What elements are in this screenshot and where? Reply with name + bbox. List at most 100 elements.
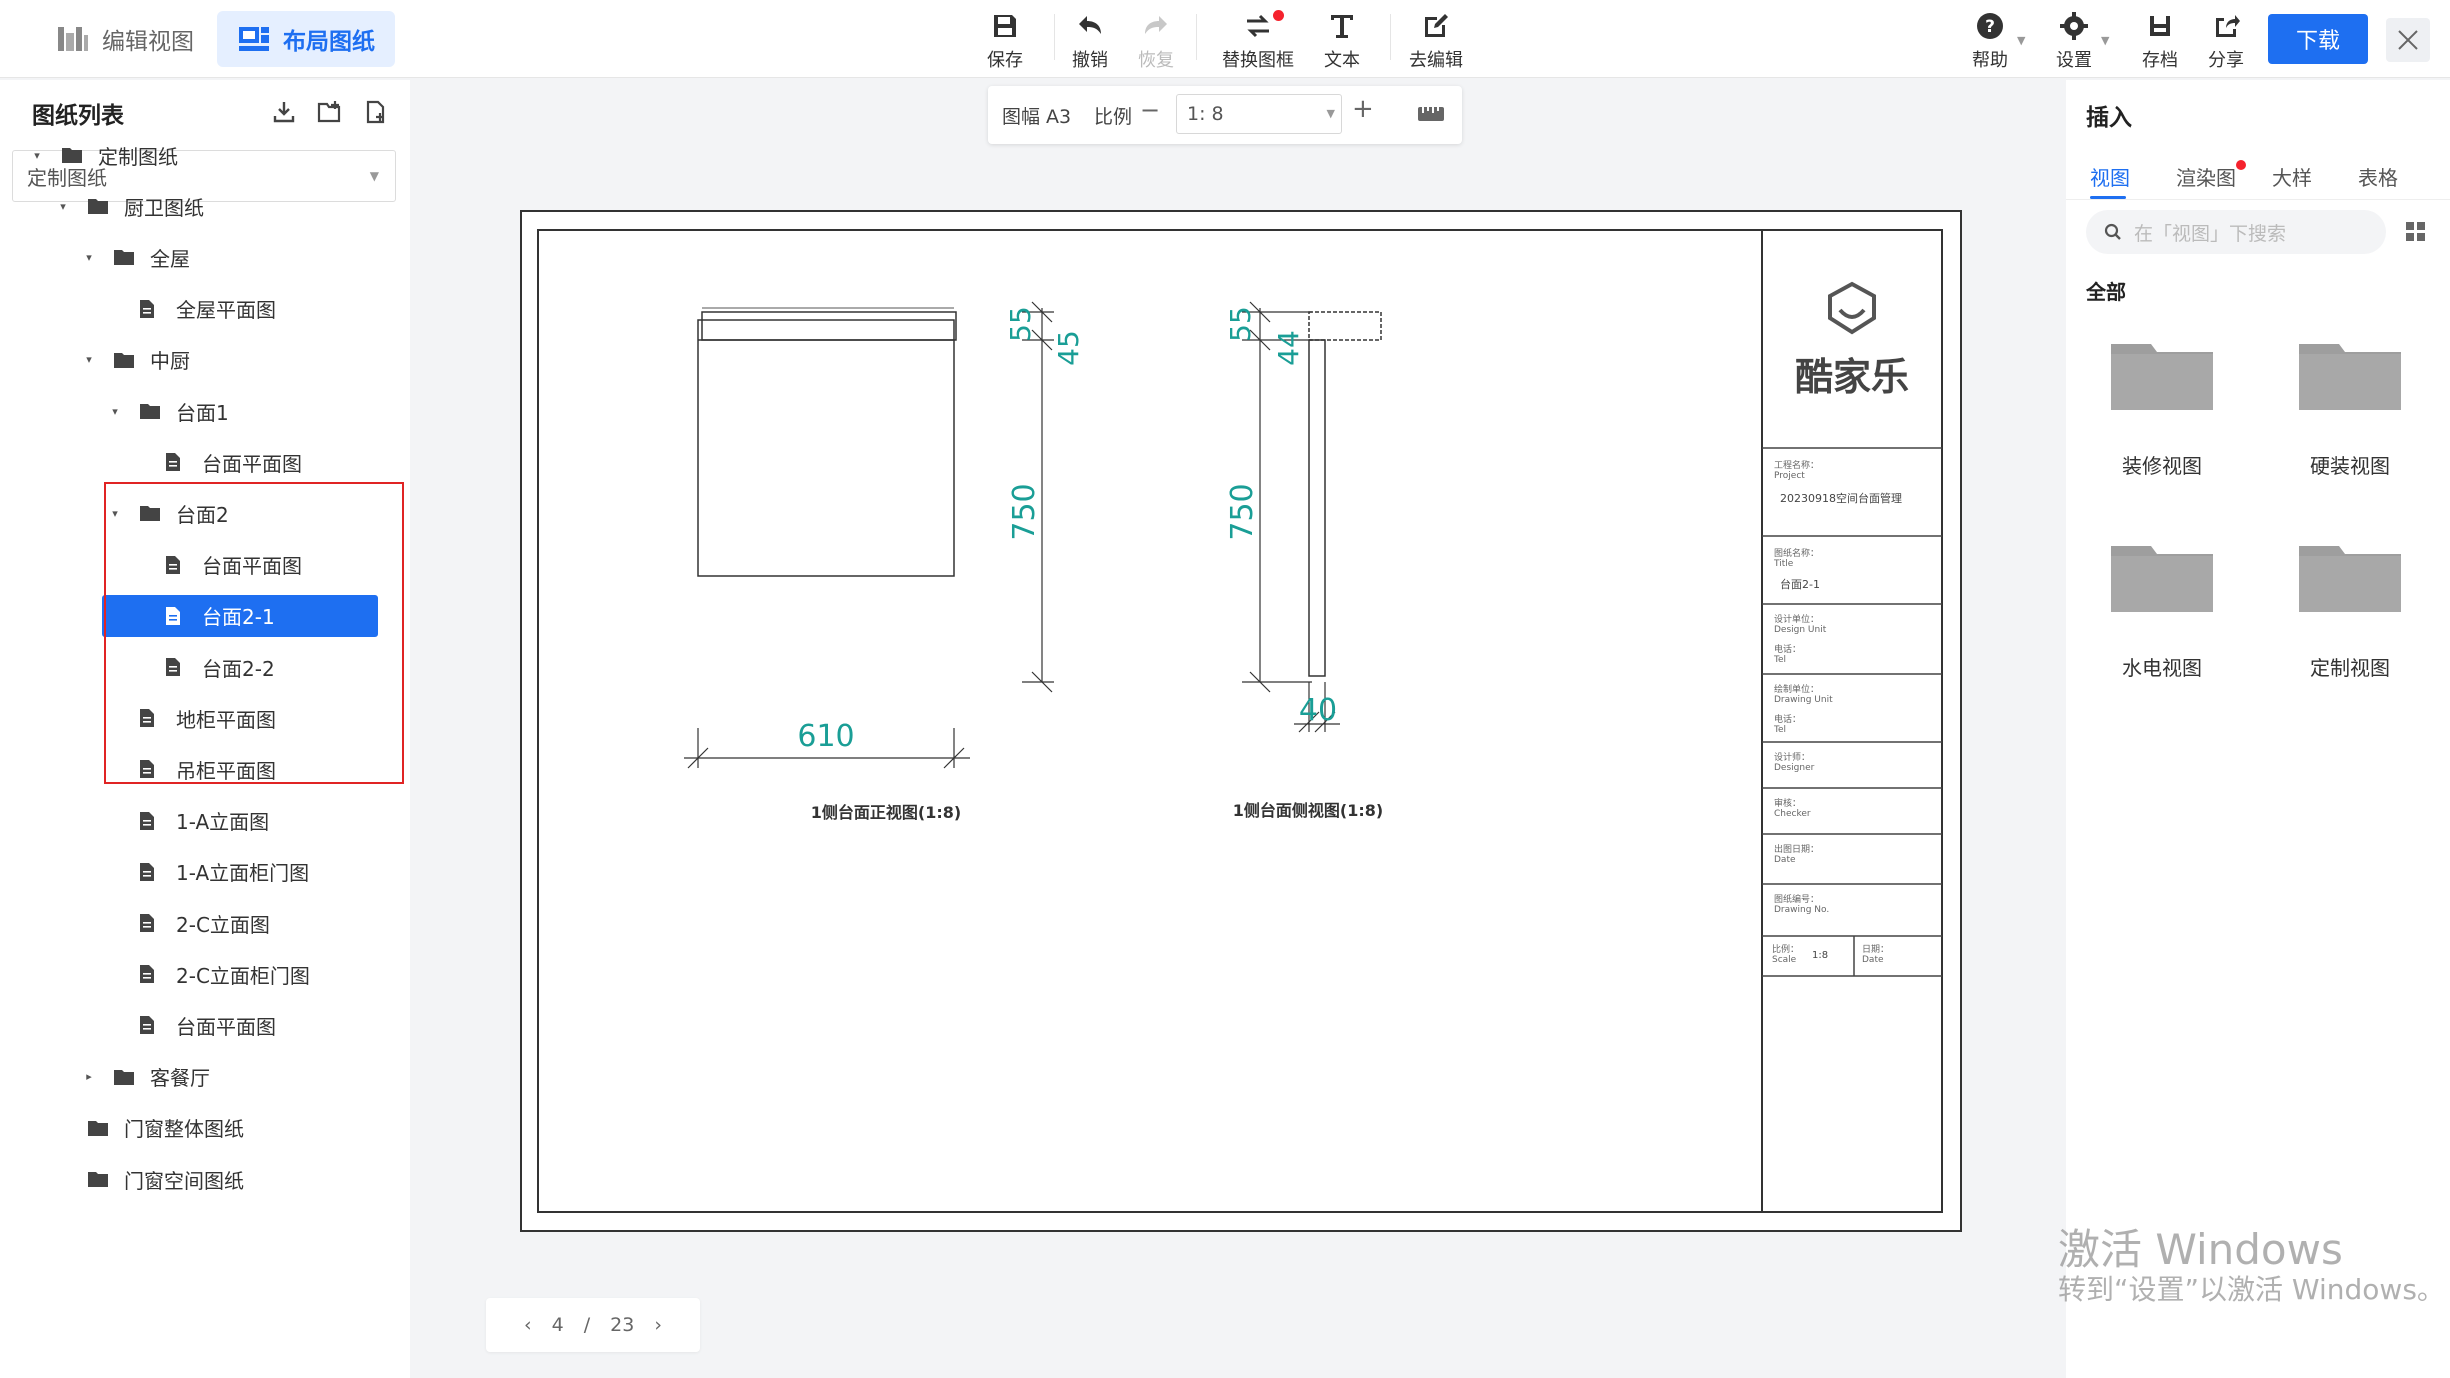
tree-folder[interactable]: ▾ 中厨	[82, 339, 190, 381]
front-view-caption: 1侧台面正视图(1:8)	[811, 803, 961, 822]
share-label: 分享	[2208, 50, 2244, 71]
folder-icon	[140, 401, 162, 421]
folder-icon	[88, 1169, 110, 1189]
text-icon	[1324, 8, 1360, 44]
svg-text:Drawing No.: Drawing No.	[1774, 905, 1829, 915]
paper-size-label[interactable]: 图幅 A3	[1002, 102, 1071, 129]
tab-view[interactable]: 视图	[2090, 162, 2130, 191]
tree-file[interactable]: 台面平面图	[134, 544, 302, 586]
file-icon	[140, 759, 162, 779]
layout-drawing-icon	[237, 24, 271, 54]
tree-label: 台面2	[176, 502, 229, 527]
help-label: 帮助	[1972, 50, 2008, 71]
caret-down-icon[interactable]: ▾	[82, 353, 96, 366]
go-edit-label: 去编辑	[1409, 50, 1463, 71]
svg-text:绘制单位：: 绘制单位：	[1774, 683, 1819, 695]
download-icon[interactable]	[270, 98, 298, 126]
view-search-input[interactable]: 在「视图」下搜索	[2086, 210, 2386, 254]
tree-file[interactable]: 全屋平面图	[108, 288, 276, 330]
tree-file[interactable]: 地柜平面图	[108, 697, 276, 739]
tree-file[interactable]: 2-C立面图	[108, 902, 270, 944]
tree-label: 2-C立面图	[176, 912, 270, 937]
folder-icon	[2111, 344, 2213, 410]
tree-file[interactable]: 2-C立面柜门图	[108, 953, 310, 995]
caret-down-icon[interactable]: ▾	[108, 405, 122, 418]
top-toolbar: 编辑视图 布局图纸 保存 撤销 恢复 替换图框 文本 去编辑 ? 帮助 ▼ 设置…	[0, 0, 2450, 78]
insert-tabs: 视图 渲染图 大样 表格	[2066, 150, 2450, 200]
tree-folder[interactable]: ▾ 厨卫图纸	[56, 185, 204, 227]
svg-text:Drawing Unit: Drawing Unit	[1774, 695, 1833, 705]
tab-edit-view[interactable]: 编辑视图	[36, 11, 214, 67]
chevron-down-icon[interactable]: ▼	[2017, 34, 2025, 47]
folder-icon	[114, 1067, 136, 1087]
svg-text:出图日期：: 出图日期：	[1774, 843, 1819, 855]
view-item-hard-decoration[interactable]: 硬装视图	[2270, 316, 2430, 486]
tree-file[interactable]: 台面平面图	[108, 1004, 276, 1046]
tab-layout-drawing[interactable]: 布局图纸	[217, 11, 395, 67]
settings-label: 设置	[2056, 50, 2092, 71]
tree-folder[interactable]: 门窗空间图纸	[56, 1158, 244, 1200]
caret-right-icon[interactable]: ▸	[82, 1070, 96, 1083]
tree-label: 1-A立面柜门图	[176, 861, 310, 886]
tree-folder[interactable]: ▾ 全屋	[82, 236, 190, 278]
svg-text:20230918空间台面管理: 20230918空间台面管理	[1780, 491, 1902, 505]
ratio-select[interactable]: 1: 8 ▼	[1176, 94, 1342, 134]
file-icon	[140, 708, 162, 728]
caret-down-icon[interactable]: ▾	[108, 507, 122, 520]
view-item-decoration[interactable]: 装修视图	[2082, 316, 2242, 486]
tree-file[interactable]: 1-A立面柜门图	[108, 851, 309, 893]
tree-file[interactable]: 吊柜平面图	[108, 748, 276, 790]
share-icon	[2208, 8, 2244, 44]
side-dim-width: 40	[1299, 693, 1337, 728]
svg-text:Tel: Tel	[1773, 655, 1786, 665]
drawing-sheet[interactable]: 酷家乐 工程名称： Project 20230918空间台面管理 图纸名称： T…	[520, 210, 1962, 1232]
caret-down-icon[interactable]: ▾	[30, 149, 44, 162]
replace-frame-button[interactable]: 替换图框	[1218, 8, 1298, 72]
redo-icon	[1138, 8, 1174, 44]
folder-icon	[2299, 546, 2401, 612]
tab-detail[interactable]: 大样	[2272, 162, 2312, 191]
tree-folder[interactable]: 门窗整体图纸	[56, 1107, 244, 1149]
svg-text:审核：: 审核：	[1774, 797, 1801, 809]
download-button[interactable]: 下载	[2268, 14, 2368, 64]
caret-down-icon[interactable]: ▾	[82, 251, 96, 264]
tree-label: 全屋	[150, 246, 190, 271]
redo-button[interactable]: 恢复	[1116, 8, 1196, 72]
tree-folder[interactable]: ▾ 台面2	[108, 492, 229, 534]
view-item-plumbing[interactable]: 水电视图	[2082, 518, 2242, 688]
tree-label: 台面平面图	[202, 451, 302, 476]
file-icon	[166, 606, 188, 626]
tree-file[interactable]: 台面2-2	[134, 646, 275, 688]
zoom-in-button[interactable]: +	[1352, 94, 1374, 124]
folder-icon	[88, 196, 110, 216]
front-dim-width: 610	[797, 719, 854, 754]
go-edit-button[interactable]: 去编辑	[1396, 8, 1476, 72]
grid-view-icon[interactable]	[2404, 220, 2428, 244]
text-button[interactable]: 文本	[1302, 8, 1382, 72]
caret-down-icon[interactable]: ▾	[56, 200, 70, 213]
ruler-icon[interactable]	[1416, 100, 1446, 128]
new-folder-icon[interactable]	[316, 98, 344, 126]
tree-file[interactable]: 1-A立面图	[108, 800, 269, 842]
tab-render[interactable]: 渲染图	[2176, 160, 2246, 191]
close-button[interactable]	[2386, 18, 2430, 62]
view-item-custom[interactable]: 定制视图	[2270, 518, 2430, 688]
swap-icon	[1240, 8, 1276, 44]
tab-table[interactable]: 表格	[2358, 162, 2398, 191]
tree-folder[interactable]: ▸ 客餐厅	[82, 1056, 210, 1098]
chevron-down-icon[interactable]: ▼	[2101, 34, 2109, 47]
prev-page-button[interactable]: ‹	[524, 1314, 532, 1336]
next-page-button[interactable]: ›	[654, 1314, 662, 1336]
save-button[interactable]: 保存	[965, 8, 1045, 72]
side-view-drawing	[1242, 301, 1382, 733]
zoom-out-button[interactable]: −	[1140, 96, 1160, 124]
file-icon	[140, 913, 162, 933]
tree-file[interactable]: 台面2-1	[102, 594, 378, 637]
new-file-icon[interactable]	[362, 98, 390, 126]
tree-folder[interactable]: ▾ 台面1	[108, 390, 229, 432]
section-title: 全部	[2086, 280, 2126, 304]
svg-text:设计师：: 设计师：	[1774, 751, 1810, 763]
tree-file[interactable]: 台面平面图	[134, 441, 302, 483]
tree-folder[interactable]: ▾ 定制图纸	[30, 134, 178, 176]
share-button[interactable]: 分享	[2186, 8, 2266, 72]
